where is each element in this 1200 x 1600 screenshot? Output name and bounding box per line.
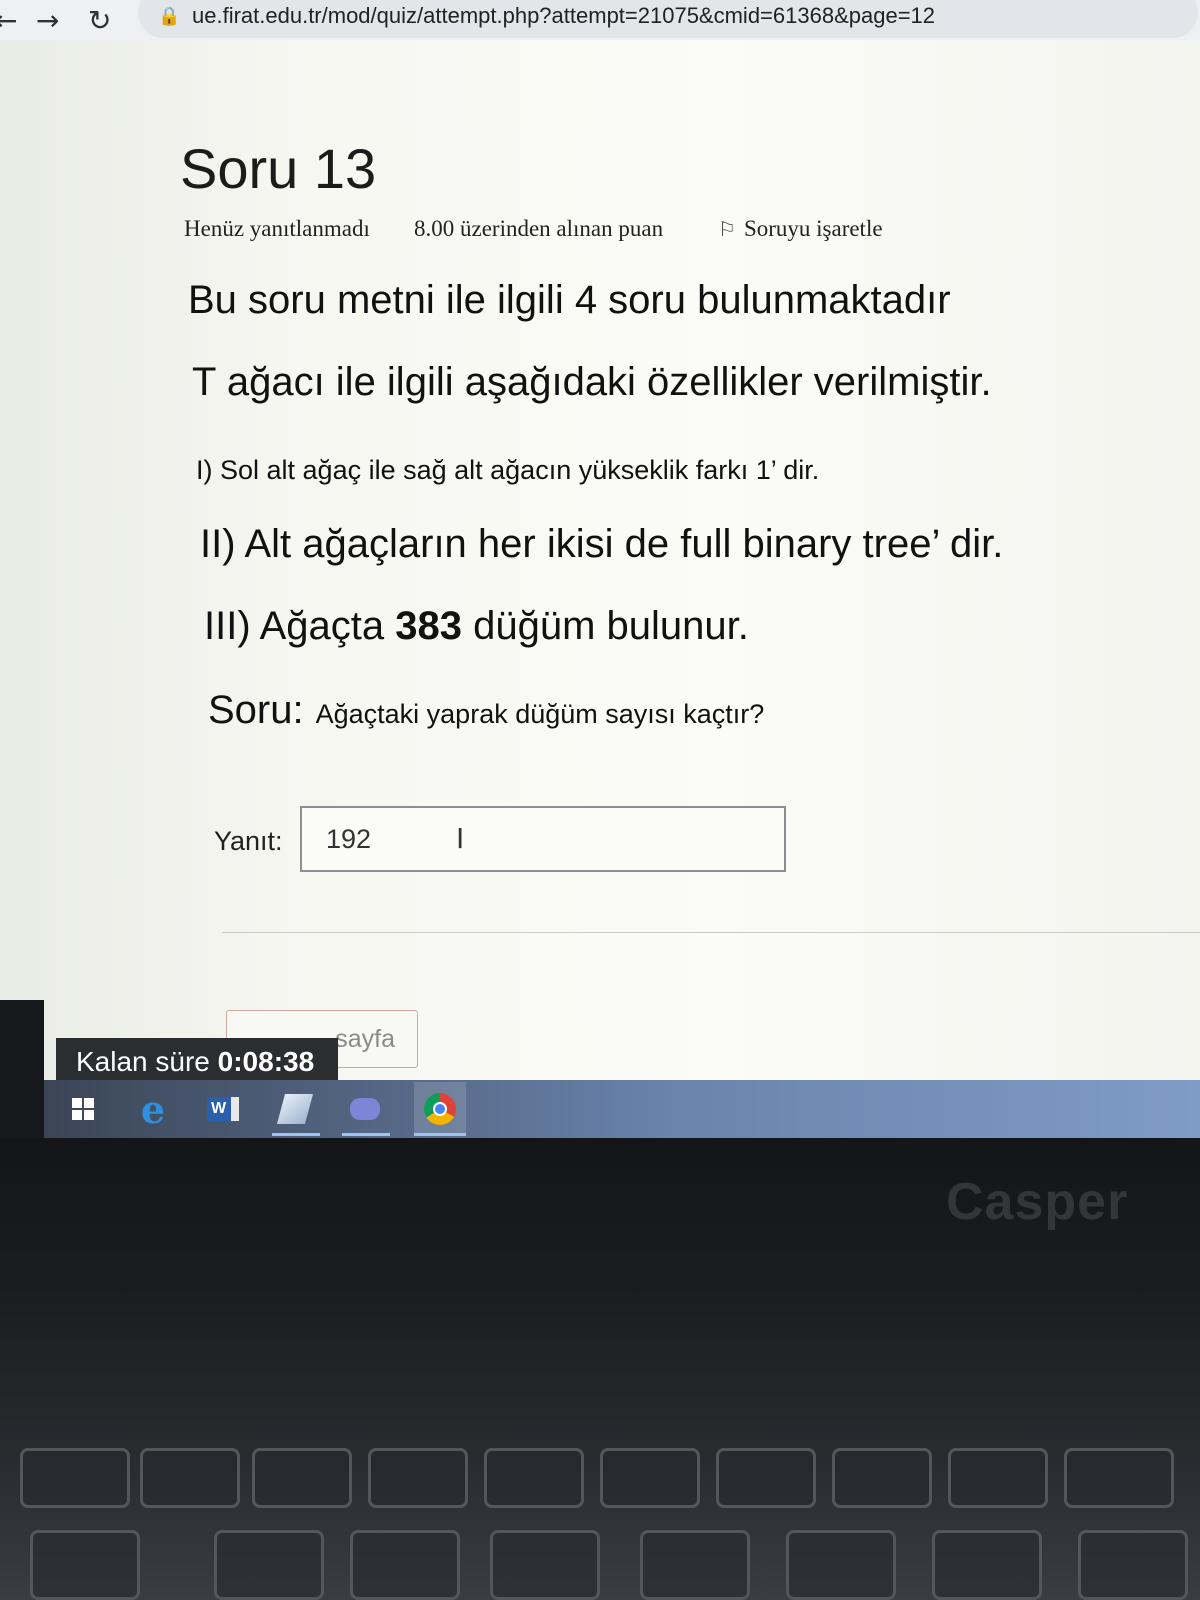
text-cursor-icon: I <box>456 822 465 855</box>
question-prompt-text: Ağaçtaki yaprak düğüm sayısı kaçtır? <box>315 699 765 729</box>
question-intro: Bu soru metni ile ilgili 4 soru bulunmak… <box>188 278 951 322</box>
keyboard-key <box>252 1448 352 1508</box>
time-remaining: Kalan süre 0:08:38 <box>56 1038 338 1086</box>
flag-icon: ⚐ <box>718 217 736 241</box>
divider <box>222 932 1200 933</box>
browser-toolbar: ← → ↻ 🔒 ue.firat.edu.tr/mod/quiz/attempt… <box>0 0 1200 40</box>
question-prompt-label: Soru: <box>208 688 304 732</box>
flag-label: Soruyu işaretle <box>743 216 883 241</box>
keyboard-key <box>600 1448 700 1508</box>
question-title: Soru 13 <box>180 137 377 200</box>
condition-2: II) Alt ağaçların her ikisi de full bina… <box>200 522 1004 566</box>
keyboard-key <box>716 1448 816 1508</box>
edge-icon[interactable]: e <box>132 1087 174 1132</box>
keyboard-key <box>948 1448 1048 1508</box>
keyboard-key <box>30 1530 140 1600</box>
discord-icon[interactable] <box>344 1088 386 1130</box>
flag-question-link[interactable]: ⚐ Soruyu işaretle <box>718 216 883 242</box>
word-icon[interactable]: W <box>202 1088 244 1130</box>
keyboard-key <box>140 1448 240 1508</box>
screen-bezel <box>0 1000 44 1140</box>
condition-1: I) Sol alt ağaç ile sağ alt ağacın yükse… <box>196 455 820 485</box>
reload-icon[interactable]: ↻ <box>88 4 111 37</box>
question-points: 8.00 üzerinden alınan puan <box>414 216 664 241</box>
condition-3: III) Ağaçta 383 düğüm bulunur. <box>204 604 749 649</box>
keyboard-key <box>350 1530 460 1600</box>
keyboard-key <box>20 1448 130 1508</box>
condition-3-prefix: III) Ağaçta <box>204 604 396 648</box>
question-prompt: Soru: Ağaçtaki yaprak düğüm sayısı kaçtır… <box>208 688 764 733</box>
pencil-icon[interactable] <box>274 1088 316 1130</box>
chrome-icon[interactable] <box>414 1082 466 1136</box>
keyboard-key <box>214 1530 324 1600</box>
lock-icon: 🔒 <box>158 6 181 27</box>
keyboard-key <box>640 1530 750 1600</box>
keyboard-key <box>1064 1448 1174 1508</box>
url-text[interactable]: ue.firat.edu.tr/mod/quiz/attempt.php?att… <box>192 3 935 29</box>
question-status: Henüz yanıtlanmadı <box>184 216 370 241</box>
keyboard-key <box>832 1448 932 1508</box>
timer-label: Kalan süre <box>76 1046 210 1077</box>
keyboard-key <box>368 1448 468 1508</box>
condition-3-suffix: düğüm bulunur. <box>461 604 749 648</box>
answer-label: Yanıt: <box>214 826 283 856</box>
keyboard-key <box>1078 1530 1188 1600</box>
keyboard-key <box>490 1530 600 1600</box>
question-statement: T ağacı ile ilgili aşağıdaki özellikler … <box>192 360 992 404</box>
windows-icon[interactable] <box>62 1088 104 1130</box>
keyboard-key <box>932 1530 1042 1600</box>
answer-input[interactable] <box>300 806 786 872</box>
arrow-right-icon[interactable]: → <box>36 4 59 37</box>
timer-value: 0:08:38 <box>217 1046 315 1077</box>
keyboard-key <box>786 1530 896 1600</box>
previous-page-label: sayfa <box>335 1025 395 1053</box>
keyboard-key <box>484 1448 584 1508</box>
laptop-brand-logo: Casper <box>946 1173 1129 1231</box>
arrow-left-icon[interactable]: ← <box>0 4 17 37</box>
taskbar: e W <box>44 1080 1200 1138</box>
node-count: 383 <box>395 604 462 648</box>
